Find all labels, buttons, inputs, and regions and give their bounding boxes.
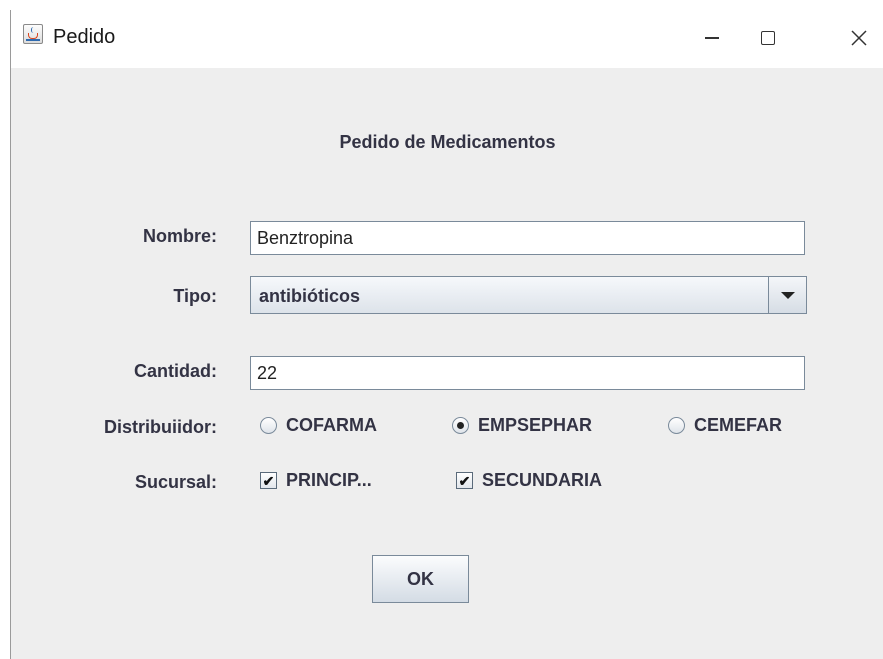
distribuidor-label: Distribuiidor:	[104, 417, 217, 437]
radio-cofarma-label: COFARMA	[286, 415, 377, 435]
radio-unselected-icon	[668, 417, 685, 434]
sucursal-label: Sucursal:	[134, 472, 217, 492]
tipo-dropdown-button[interactable]	[768, 277, 806, 313]
checkmark-icon: ✔	[456, 472, 473, 489]
radio-selected-icon	[452, 417, 469, 434]
nombre-label: Nombre:	[142, 226, 217, 246]
close-icon	[851, 30, 867, 46]
form-panel: Pedido de Medicamentos Nombre: Tipo: ant…	[11, 68, 883, 659]
dialog-window: Pedido Pedido de Medicamentos Nombre: Ti…	[10, 10, 883, 659]
checkbox-secundaria[interactable]: ✔ SECUNDARIA	[456, 470, 602, 491]
checkbox-secundaria-label: SECUNDARIA	[482, 470, 603, 490]
radio-cofarma[interactable]: COFARMA	[260, 415, 377, 436]
cantidad-input[interactable]	[250, 356, 805, 390]
form-heading: Pedido de Medicamentos	[339, 132, 556, 152]
radio-unselected-icon	[260, 417, 277, 434]
checkbox-principal[interactable]: ✔ PRINCIP...	[260, 470, 372, 491]
close-button[interactable]	[836, 20, 882, 56]
maximize-icon	[761, 31, 775, 45]
radio-empsephar[interactable]: EMPSEPHAR	[452, 415, 592, 436]
java-cup-icon	[23, 24, 43, 44]
radio-empsephar-label: EMPSEPHAR	[478, 415, 593, 435]
maximize-button[interactable]	[745, 20, 791, 56]
cantidad-label: Cantidad:	[134, 361, 217, 381]
tipo-label: Tipo:	[173, 286, 217, 306]
radio-cemefar-label: CEMEFAR	[694, 415, 783, 435]
tipo-selected-value: antibióticos	[259, 286, 361, 306]
tipo-select[interactable]: antibióticos	[250, 276, 807, 314]
minimize-icon	[705, 37, 719, 39]
nombre-input[interactable]	[250, 221, 805, 255]
chevron-down-icon	[780, 291, 795, 299]
radio-cemefar[interactable]: CEMEFAR	[668, 415, 782, 436]
minimize-button[interactable]	[689, 20, 735, 56]
ok-button[interactable]: OK	[372, 555, 469, 603]
window-title: Pedido	[53, 26, 116, 48]
checkbox-principal-label: PRINCIP...	[286, 470, 372, 490]
checkmark-icon: ✔	[260, 472, 277, 489]
title-bar[interactable]: Pedido	[11, 10, 883, 68]
